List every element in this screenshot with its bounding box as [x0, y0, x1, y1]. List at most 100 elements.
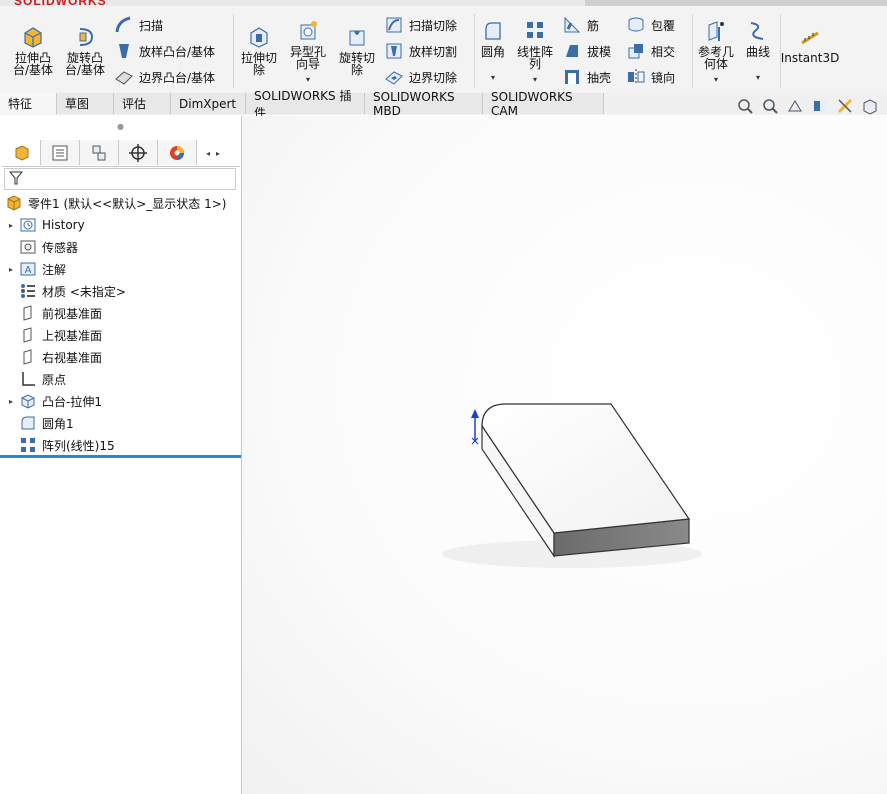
linear-pattern-dropdown-icon[interactable]: ▾ [533, 74, 537, 86]
linear-pattern-icon [522, 18, 548, 44]
tree-item-label: 凸台-拉伸1 [42, 394, 102, 409]
instant3d-button[interactable]: Instant3D [781, 24, 839, 64]
boundary-cut-button[interactable]: 边界切除 [384, 66, 457, 88]
curves-label: 曲线 [745, 45, 770, 59]
tree-item[interactable]: 上视基准面 [0, 324, 241, 346]
revolve-cut-label: 旋转切 除 [338, 51, 375, 77]
extrude-boss-button[interactable]: 拉伸凸 台/基体 [8, 24, 58, 76]
draft-label: 拔模 [587, 44, 612, 59]
panel-tab-scroll[interactable]: ◂ ▸ [197, 140, 229, 166]
tree-item[interactable]: 传感器 [0, 236, 241, 258]
graphics-area[interactable] [242, 116, 887, 794]
ref-geometry-icon [703, 18, 729, 44]
tree-item[interactable]: 右视基准面 [0, 346, 241, 368]
hole-wizard-dropdown-icon[interactable]: ▾ [306, 74, 310, 86]
ref-geometry-button[interactable]: 参考几 何体 ▾ [694, 18, 738, 86]
extruded-block[interactable] [481, 403, 691, 558]
expand-arrow-icon[interactable]: ▸ [4, 265, 18, 274]
revolve-cut-icon [344, 24, 370, 50]
panel-collapse-handle[interactable]: ● [0, 116, 241, 136]
tree-root-part[interactable]: 零件1 (默认<<默认>_显示状态 1>) [0, 192, 241, 214]
hole-wizard-button[interactable]: 异型孔 向导 ▾ [284, 18, 332, 86]
view-orientation-icon[interactable] [861, 97, 879, 115]
part-model-view[interactable] [242, 116, 887, 794]
curves-button[interactable]: 曲线 ▾ [740, 18, 776, 84]
rollback-bar[interactable] [0, 455, 241, 458]
shell-icon [562, 67, 582, 87]
tree-item-label: 材质 <未指定> [42, 284, 126, 299]
tree-item[interactable]: 原点 [0, 368, 241, 390]
plane-icon [18, 303, 38, 323]
revolve-boss-button[interactable]: 旋转凸 台/基体 [60, 24, 110, 76]
rib-button[interactable]: 筋 [562, 14, 599, 36]
dynamic-annotation-icon[interactable] [836, 97, 854, 115]
expand-arrow-icon[interactable]: ▸ [4, 397, 18, 406]
tab-mbd[interactable]: SOLIDWORKS MBD [365, 90, 483, 118]
tab-cam[interactable]: SOLIDWORKS CAM [483, 90, 604, 118]
loft-boss-button[interactable]: 放样凸台/基体 [114, 40, 215, 62]
tree-item[interactable]: ▸ 凸台-拉伸1 [0, 390, 241, 412]
history-icon [18, 215, 38, 235]
linear-pattern-button[interactable]: 线性阵 列 ▾ [512, 18, 558, 86]
rib-label: 筋 [587, 18, 600, 33]
tree-item[interactable]: 材质 <未指定> [0, 280, 241, 302]
mirror-button[interactable]: 镜向 [626, 66, 675, 88]
zoom-to-fit-icon[interactable] [736, 97, 754, 115]
instant3d-icon [797, 24, 823, 50]
lofted-cut-icon [384, 41, 404, 61]
sensor-icon [18, 237, 38, 257]
fillet-button[interactable]: 圆角 ▾ [476, 18, 510, 84]
tab-evaluate[interactable]: 评估 [114, 93, 171, 114]
intersect-button[interactable]: 相交 [626, 40, 675, 62]
revolve-cut-button[interactable]: 旋转切 除 [334, 24, 380, 76]
filter-icon [8, 170, 24, 189]
swept-cut-button[interactable]: 扫描切除 [384, 14, 457, 36]
extrude-cut-button[interactable]: 拉伸切 除 [236, 24, 282, 76]
sweep-icon [114, 15, 134, 35]
lofted-cut-button[interactable]: 放样切割 [384, 40, 457, 62]
configuration-manager-tab[interactable] [80, 140, 119, 165]
curves-dropdown-icon[interactable]: ▾ [756, 72, 760, 84]
ref-geometry-label: 参考几 何体 [697, 45, 734, 71]
tree-item-label: 传感器 [42, 240, 79, 255]
zoom-to-area-icon[interactable] [761, 97, 779, 115]
curves-icon [745, 18, 771, 44]
shell-button[interactable]: 抽壳 [562, 66, 611, 88]
dimxpert-manager-tab[interactable] [119, 140, 158, 165]
ref-geometry-dropdown-icon[interactable]: ▾ [714, 74, 718, 86]
draft-button[interactable]: 拔模 [562, 40, 611, 62]
tree-item[interactable]: ▸ History [0, 214, 241, 236]
scroll-right-icon[interactable]: ▸ [216, 149, 220, 158]
tree-item[interactable]: 阵列(线性)15 [0, 434, 241, 456]
feature-manager-tab[interactable] [2, 140, 41, 165]
wrap-button[interactable]: 包覆 [626, 14, 675, 36]
sweep-button[interactable]: 扫描 [114, 14, 163, 36]
display-manager-tab[interactable] [158, 140, 197, 165]
tab-features[interactable]: 特征 [0, 93, 57, 114]
block-top-face[interactable] [481, 403, 691, 534]
hole-wizard-label: 异型孔 向导 [289, 45, 326, 71]
tree-item[interactable]: 前视基准面 [0, 302, 241, 324]
tab-sketch[interactable]: 草图 [57, 93, 114, 114]
tree-filter[interactable] [4, 168, 236, 190]
tab-addins[interactable]: SOLIDWORKS 插件 [246, 89, 365, 120]
pattern-icon [18, 435, 38, 455]
ribbon-separator [692, 14, 693, 88]
property-manager-tab[interactable] [41, 140, 80, 165]
scroll-left-icon[interactable]: ◂ [206, 149, 210, 158]
mirror-label: 镜向 [651, 70, 676, 85]
section-view-icon[interactable] [811, 97, 829, 115]
tree-item[interactable]: ▸ A 注解 [0, 258, 241, 280]
tree-item-label: 原点 [42, 372, 67, 387]
tab-dimxpert[interactable]: DimXpert [171, 93, 246, 114]
expand-arrow-icon[interactable]: ▸ [4, 221, 18, 230]
tree-item-label: 右视基准面 [42, 350, 103, 365]
fillet-dropdown-icon[interactable]: ▾ [491, 72, 495, 84]
panel-tabs: ◂ ▸ [2, 140, 240, 167]
boundary-boss-button[interactable]: 边界凸台/基体 [114, 66, 215, 88]
origin-triad [471, 409, 479, 445]
previous-view-icon[interactable] [786, 97, 804, 115]
tree-item-label: 上视基准面 [42, 328, 103, 343]
tree-item[interactable]: 圆角1 [0, 412, 241, 434]
fillet-icon [480, 18, 506, 44]
